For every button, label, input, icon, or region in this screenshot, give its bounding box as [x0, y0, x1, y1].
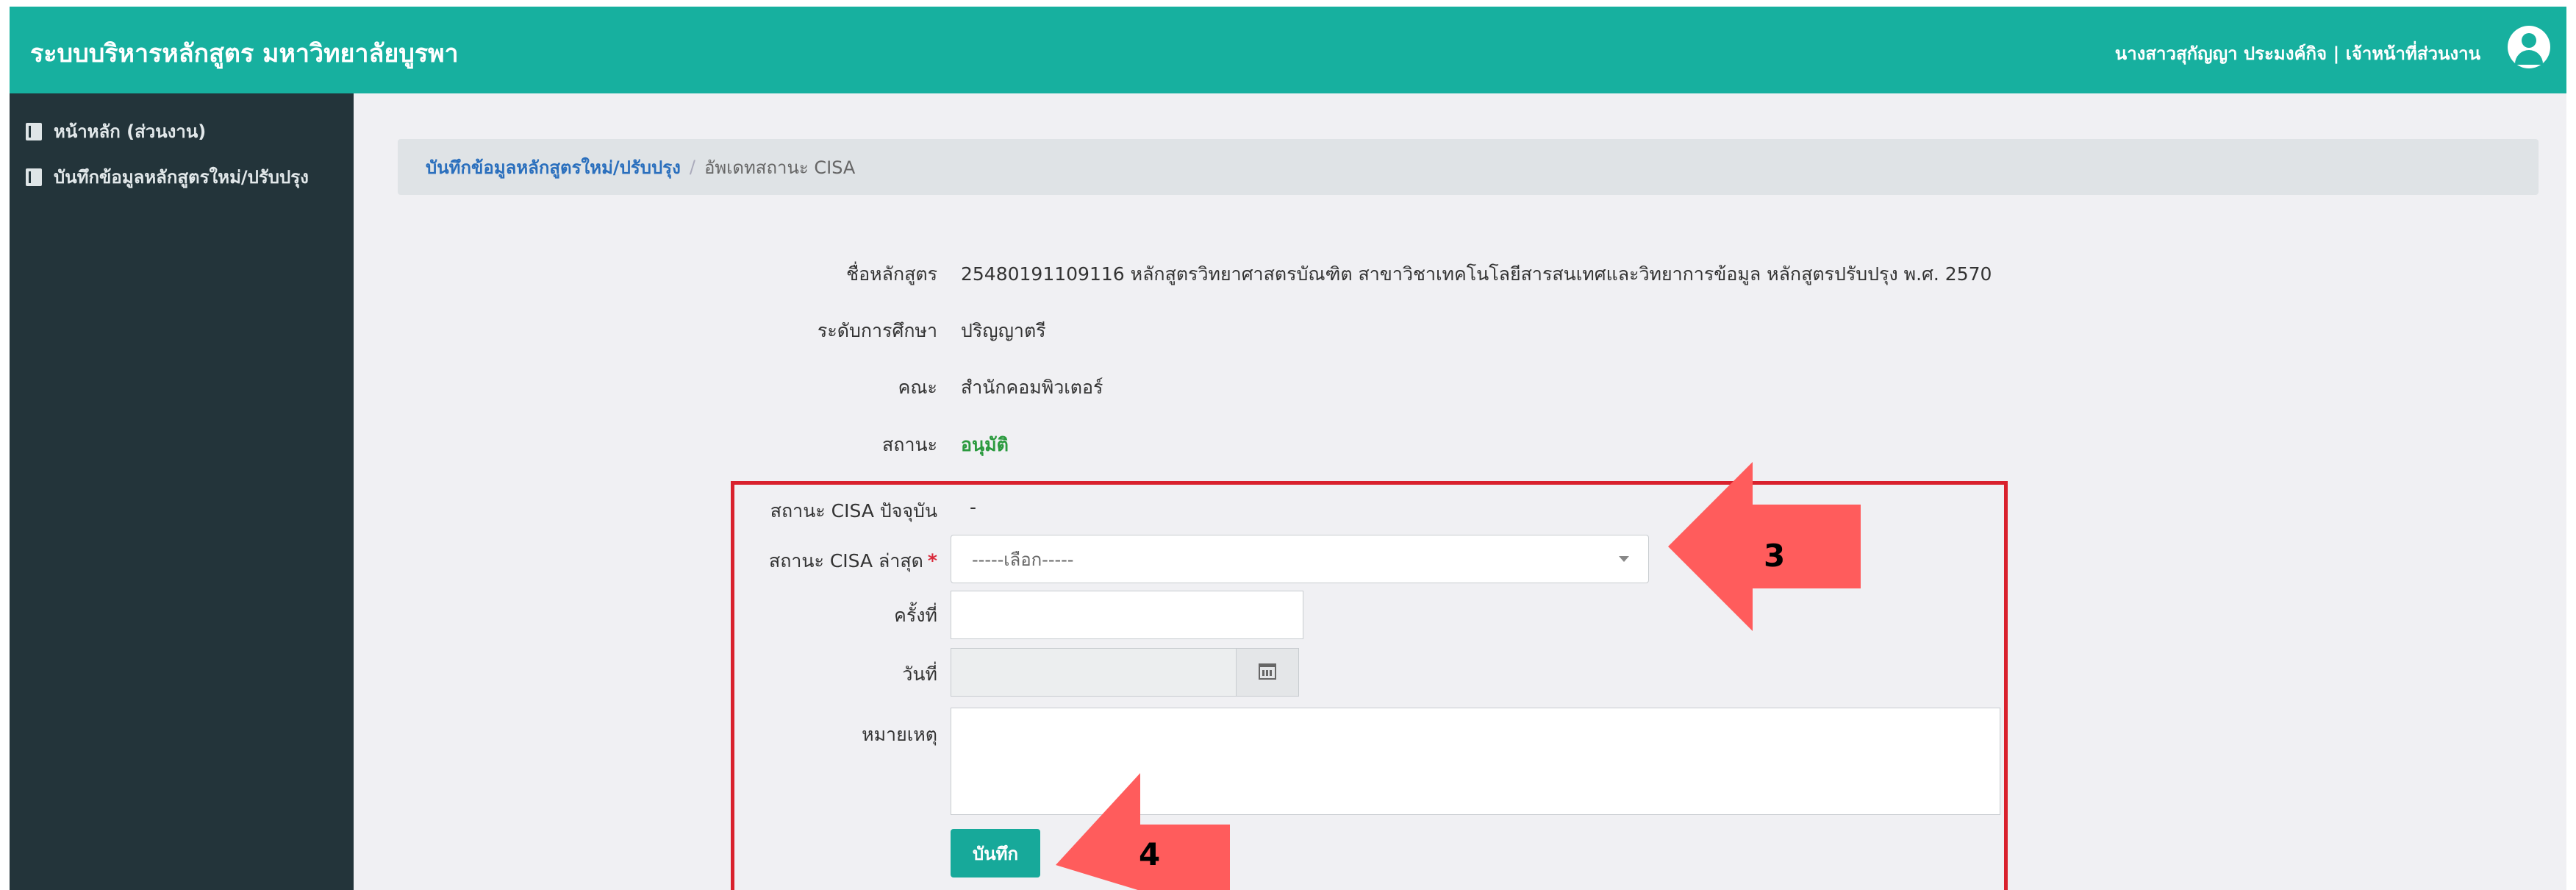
date-picker-button[interactable] — [1236, 648, 1299, 697]
required-mark: * — [927, 550, 937, 572]
note-label: หมายเหตุ — [862, 724, 937, 745]
callout-arrow-4 — [1056, 773, 1230, 890]
sidebar-item-label: บันทึกข้อมูลหลักสูตรใหม่/ปรับปรุง — [54, 167, 309, 188]
faculty-value: สำนักคอมพิวเตอร์ — [961, 377, 1103, 398]
status-label: สถานะ — [882, 434, 937, 455]
round-input[interactable] — [951, 591, 1303, 639]
latest-cisa-select[interactable]: -----เลือก----- — [951, 535, 1649, 583]
select-value: -----เลือก----- — [972, 549, 1074, 570]
breadcrumb-separator: / — [689, 157, 695, 177]
date-label: วันที่ — [902, 663, 937, 685]
sidebar-item-label: หน้าหลัก (ส่วนงาน) — [54, 121, 207, 142]
user-name[interactable]: นางสาวสุกัญญา ประมงค์กิจ | เจ้าหน้าที่ส่… — [2115, 39, 2480, 68]
chevron-down-icon — [1619, 556, 1629, 562]
sidebar-item-curriculum[interactable]: บันทึกข้อมูลหลักสูตรใหม่/ปรับปรุง — [26, 163, 309, 191]
calendar-icon — [1259, 663, 1276, 680]
save-button[interactable]: บันทึก — [951, 829, 1040, 877]
book-icon — [26, 168, 42, 186]
current-cisa-value: - — [970, 496, 977, 518]
level-value: ปริญญาตรี — [961, 320, 1046, 341]
faculty-label: คณะ — [898, 377, 937, 398]
user-account-icon[interactable] — [2508, 26, 2550, 68]
main-content: บันทึกข้อมูลหลักสูตรใหม่/ปรับปรุง / อัพเ… — [354, 93, 2566, 890]
book-icon — [26, 122, 42, 140]
top-navbar: ระบบบริหารหลักสูตร มหาวิทยาลัยบูรพา นางส… — [10, 7, 2566, 93]
sidebar-item-home[interactable]: หน้าหลัก (ส่วนงาน) — [26, 117, 206, 146]
level-label: ระดับการศึกษา — [817, 320, 937, 341]
breadcrumb-link[interactable]: บันทึกข้อมูลหลักสูตรใหม่/ปรับปรุง — [426, 153, 681, 182]
callout-number-4: 4 — [1139, 836, 1161, 872]
breadcrumb: บันทึกข้อมูลหลักสูตรใหม่/ปรับปรุง / อัพเ… — [398, 139, 2539, 195]
current-cisa-label: สถานะ CISA ปัจจุบัน — [770, 500, 937, 521]
app-window: ระบบบริหารหลักสูตร มหาวิทยาลัยบูรพา นางส… — [10, 7, 2566, 890]
status-value: อนุมัติ — [961, 434, 1009, 455]
callout-number-3: 3 — [1764, 538, 1786, 574]
latest-cisa-label: สถานะ CISA ล่าสุด * — [768, 550, 937, 572]
sidebar: หน้าหลัก (ส่วนงาน) บันทึกข้อมูลหลักสูตรใ… — [10, 93, 354, 890]
round-label: ครั้งที่ — [894, 605, 937, 626]
app-title[interactable]: ระบบบริหารหลักสูตร มหาวิทยาลัยบูรพา — [30, 33, 459, 73]
date-input[interactable] — [951, 648, 1237, 697]
curriculum-label: ชื่อหลักสูตร — [846, 263, 937, 285]
breadcrumb-current: อัพเดทสถานะ CISA — [704, 157, 856, 178]
curriculum-value: 25480191109116 หลักสูตรวิทยาศาสตรบัณฑิต … — [961, 263, 1992, 285]
